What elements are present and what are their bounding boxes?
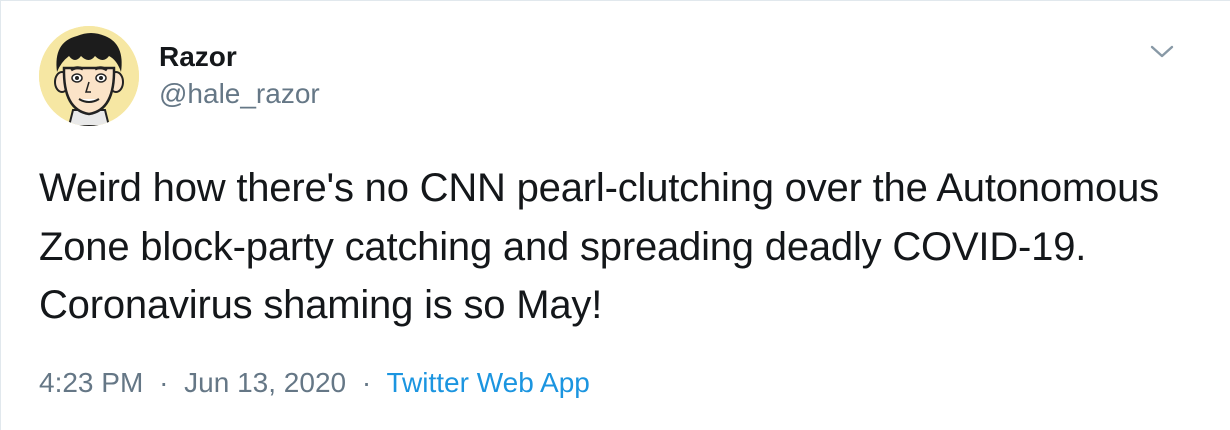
tweet-text: Weird how there's no CNN pearl-clutching…: [39, 166, 1170, 327]
tweet-time[interactable]: 4:23 PM: [39, 367, 143, 398]
tweet-source-link[interactable]: Twitter Web App: [386, 367, 589, 398]
author-display-name[interactable]: Razor: [159, 40, 320, 74]
tweet-meta: 4:23 PM · Jun 13, 2020 · Twitter Web App: [39, 365, 590, 401]
cartoon-avatar-icon: [39, 26, 139, 126]
chevron-down-icon: [1150, 45, 1174, 58]
tweet-header: Razor @hale_razor: [39, 26, 320, 126]
author-names: Razor @hale_razor: [159, 40, 320, 112]
meta-separator: ·: [159, 367, 169, 398]
meta-separator: ·: [361, 367, 372, 398]
avatar[interactable]: [39, 26, 139, 126]
tweet-menu-button[interactable]: [1147, 41, 1177, 63]
tweet-date[interactable]: Jun 13, 2020: [184, 367, 346, 398]
tweet-card: Razor @hale_razor Weird how there's no C…: [0, 0, 1230, 430]
author-handle[interactable]: @hale_razor: [159, 76, 320, 112]
